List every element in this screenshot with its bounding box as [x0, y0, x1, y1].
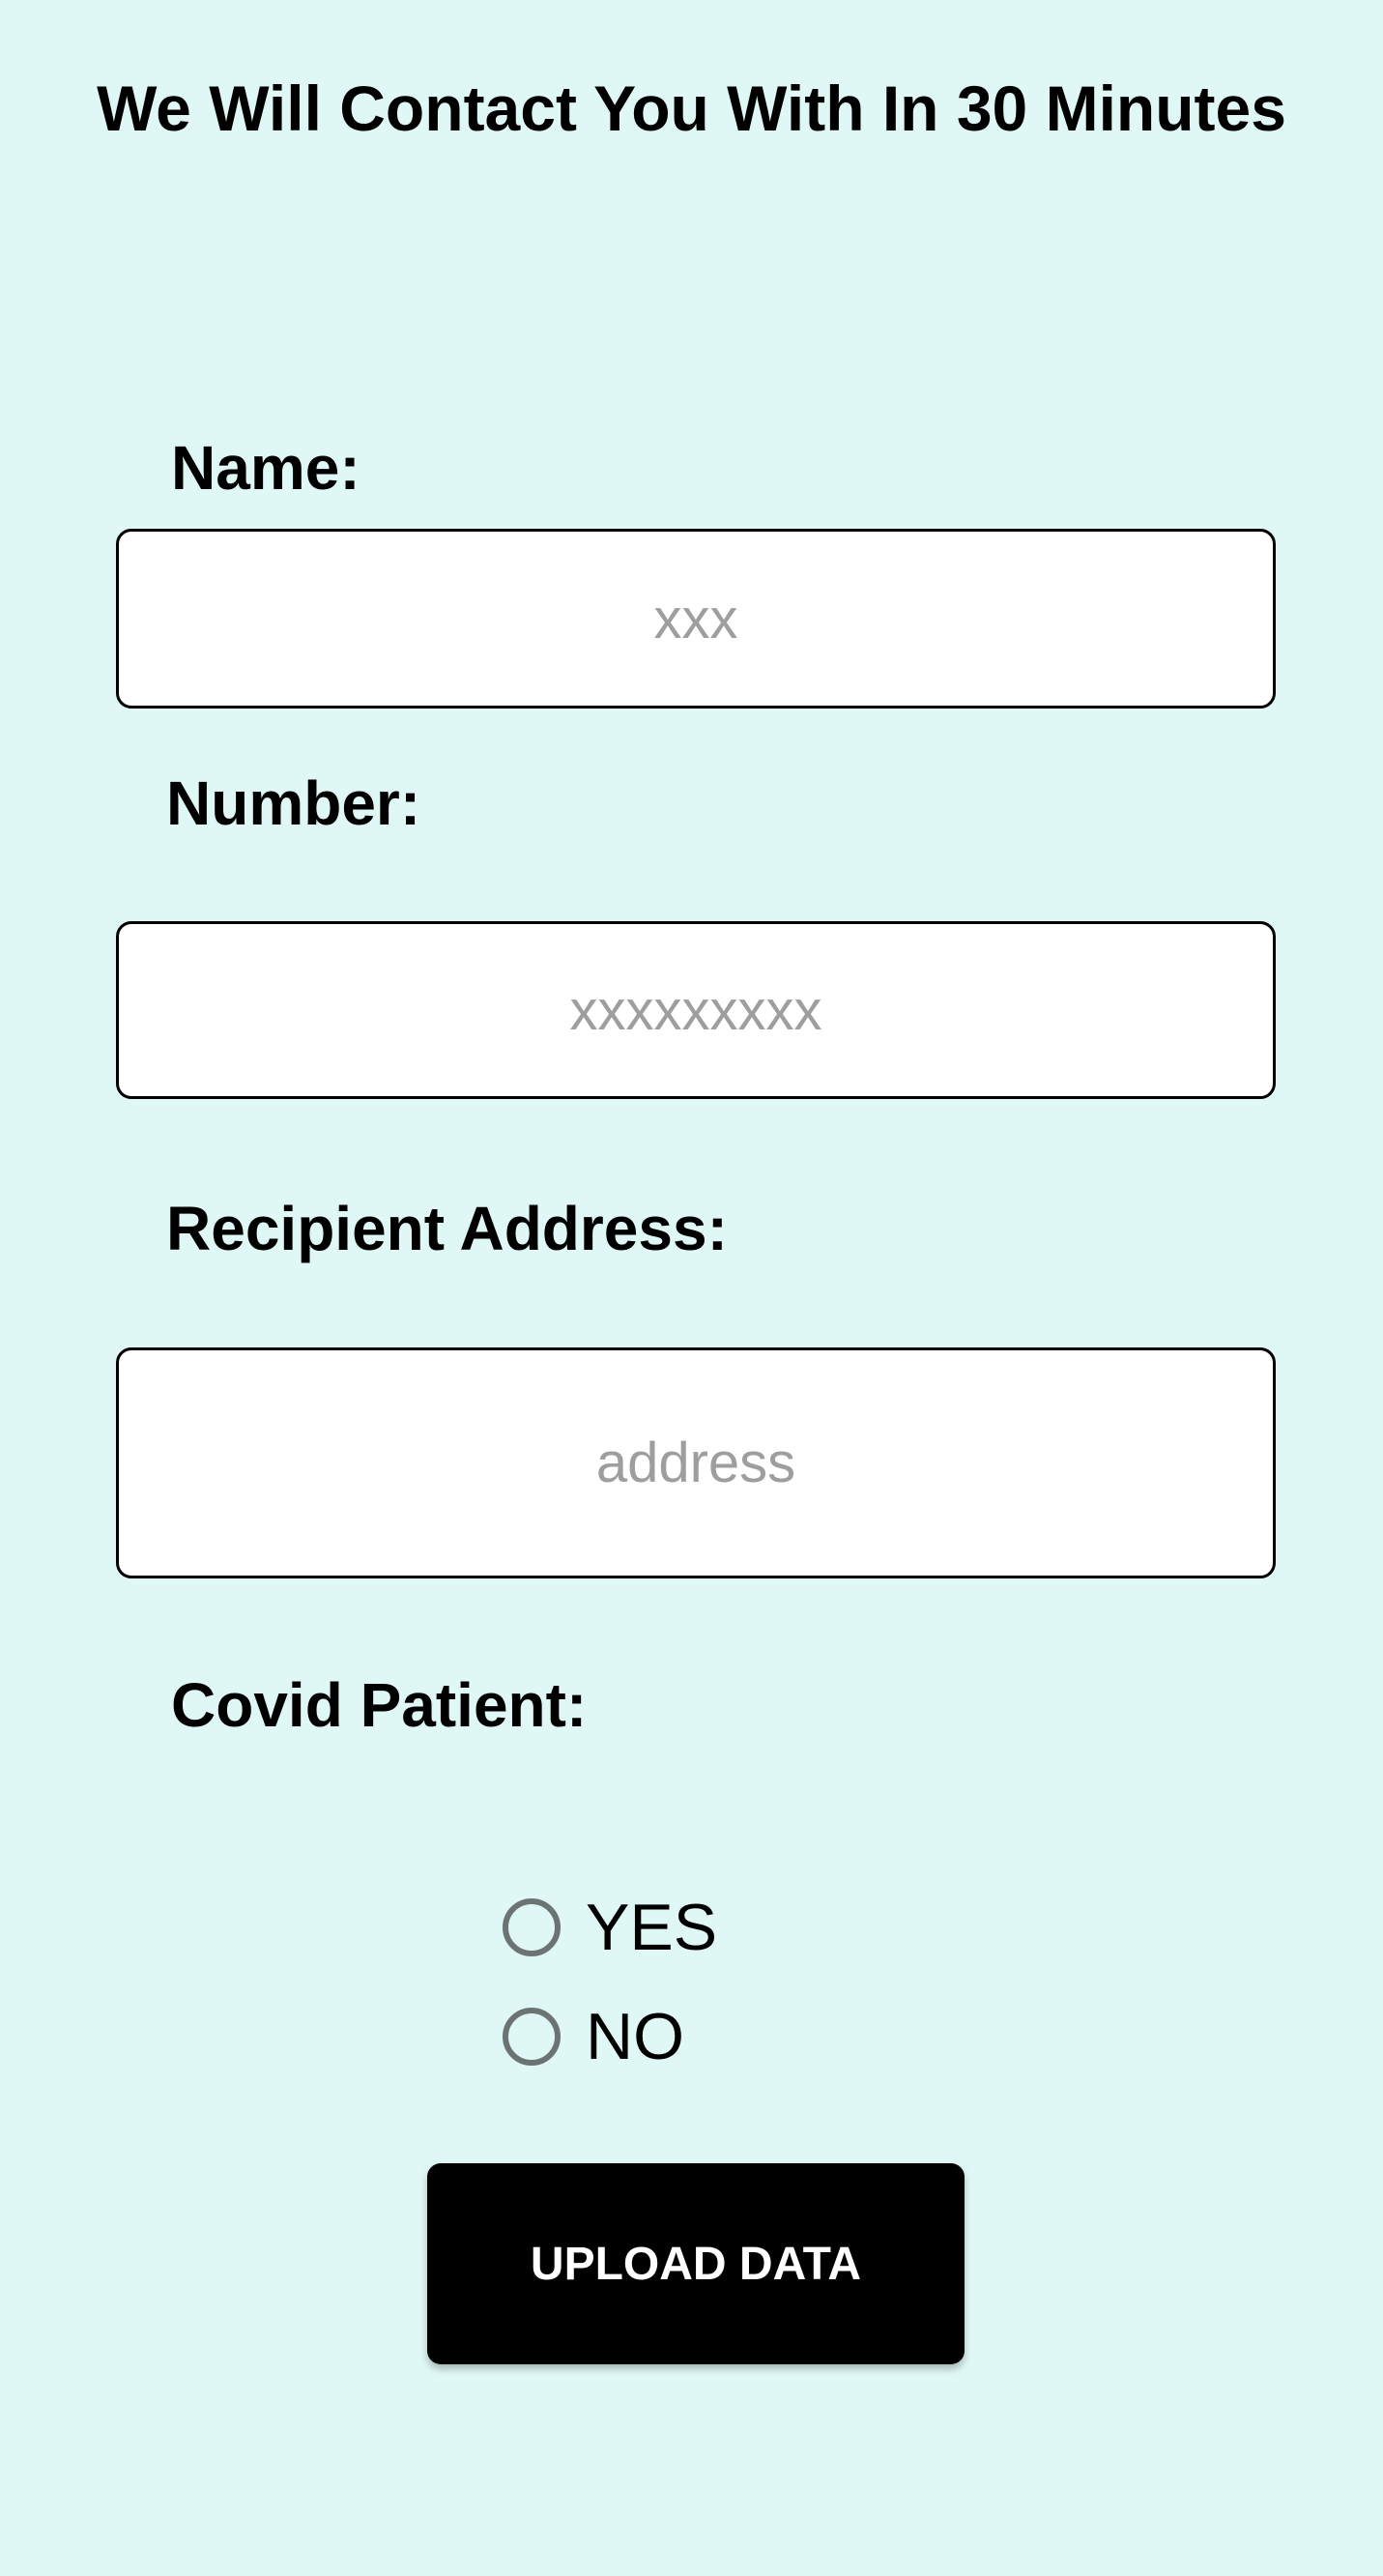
covid-patient-label: Covid Patient: [171, 1670, 588, 1740]
name-input[interactable] [116, 529, 1276, 709]
address-input[interactable] [116, 1347, 1276, 1578]
number-label: Number: [166, 768, 421, 838]
page-title: We Will Contact You With In 30 Minutes [97, 72, 1286, 144]
radio-no-label: NO [586, 2000, 684, 2073]
radio-yes[interactable]: YES [503, 1889, 717, 1966]
upload-data-button[interactable]: UPLOAD DATA [427, 2163, 965, 2364]
radio-yes-label: YES [586, 1891, 718, 1964]
number-input[interactable] [116, 921, 1276, 1099]
radio-no[interactable]: NO [503, 1998, 684, 2075]
radio-circle-icon[interactable] [503, 2008, 561, 2066]
name-label: Name: [171, 433, 360, 503]
radio-circle-icon[interactable] [503, 1898, 561, 1956]
address-label: Recipient Address: [166, 1194, 728, 1263]
